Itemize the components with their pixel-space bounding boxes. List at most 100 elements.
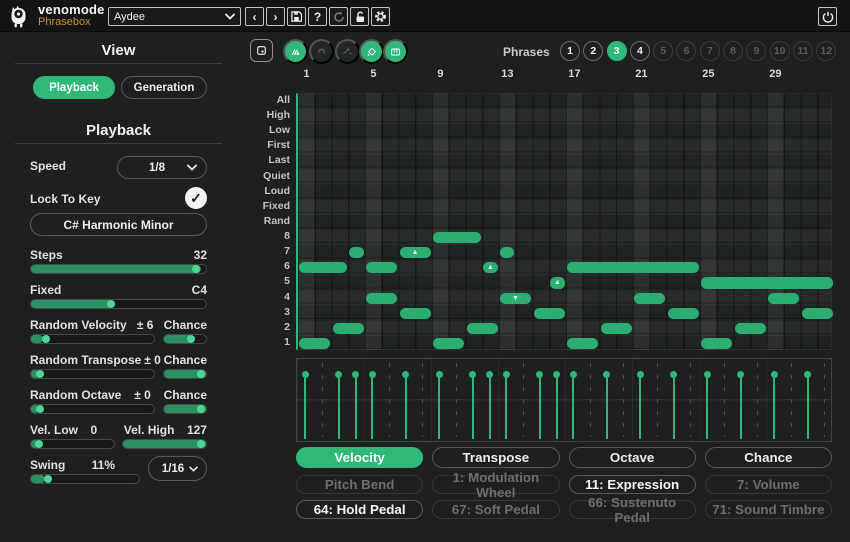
lane-button-pitch-bend[interactable]: Pitch Bend xyxy=(296,475,423,494)
note-block[interactable] xyxy=(668,308,699,319)
slider-knob[interactable] xyxy=(42,335,50,343)
velocity-empty-step[interactable] xyxy=(824,363,825,437)
velocity-bar[interactable] xyxy=(438,374,440,439)
velocity-empty-step[interactable] xyxy=(657,363,658,437)
velocity-bar-handle[interactable] xyxy=(352,371,359,378)
velocity-bar[interactable] xyxy=(606,374,608,439)
phrase-button-2[interactable]: 2 xyxy=(583,41,603,61)
phrase-button-3[interactable]: 3 xyxy=(607,41,627,61)
steps-slider[interactable] xyxy=(30,264,207,274)
random-octave-slider[interactable] xyxy=(30,404,155,414)
note-block[interactable] xyxy=(735,323,766,334)
vel-low-slider[interactable] xyxy=(30,439,115,449)
velocity-bar[interactable] xyxy=(338,374,340,439)
note-block[interactable]: ▼ xyxy=(500,293,531,304)
random-octave-chance-slider[interactable] xyxy=(163,404,207,414)
swing-slider[interactable] xyxy=(30,474,140,484)
random-velocity-slider[interactable] xyxy=(30,334,155,344)
velocity-bar[interactable] xyxy=(304,374,306,439)
velocity-empty-step[interactable] xyxy=(422,363,423,437)
settings-button[interactable] xyxy=(371,7,390,26)
note-block[interactable] xyxy=(567,262,699,273)
note-block[interactable] xyxy=(349,247,363,258)
note-block[interactable] xyxy=(299,338,330,349)
velocity-bar-handle[interactable] xyxy=(436,371,443,378)
phrase-button-7[interactable]: 7 xyxy=(700,41,720,61)
velocity-bar-handle[interactable] xyxy=(670,371,677,378)
lane-button-velocity[interactable]: Velocity xyxy=(296,447,423,468)
slider-knob[interactable] xyxy=(36,370,44,378)
note-block[interactable] xyxy=(299,262,347,273)
phrase-button-11[interactable]: 11 xyxy=(793,41,813,61)
velocity-bar[interactable] xyxy=(706,374,708,439)
velocity-bar-handle[interactable] xyxy=(771,371,778,378)
phrase-button-1[interactable]: 1 xyxy=(560,41,580,61)
phrase-button-6[interactable]: 6 xyxy=(676,41,696,61)
step-sequencer-grid[interactable]: ▲▲▲▼ xyxy=(296,93,832,350)
swing-grid-dropdown[interactable]: 1/16 xyxy=(148,456,207,481)
velocity-bar-handle[interactable] xyxy=(402,371,409,378)
lane-button-1-modulation-wheel[interactable]: 1: Modulation Wheel xyxy=(432,475,559,494)
velocity-bar-handle[interactable] xyxy=(637,371,644,378)
fixed-slider[interactable] xyxy=(30,299,207,309)
velocity-bar[interactable] xyxy=(673,374,675,439)
power-button[interactable] xyxy=(818,7,837,26)
preset-selector[interactable]: Aydee xyxy=(108,7,241,26)
velocity-empty-step[interactable] xyxy=(389,363,390,437)
note-block[interactable] xyxy=(366,262,397,273)
lane-button-7-volume[interactable]: 7: Volume xyxy=(705,475,832,494)
cycle-tool-button[interactable] xyxy=(309,39,334,64)
random-velocity-chance-slider[interactable] xyxy=(163,334,207,344)
velocity-bar[interactable] xyxy=(572,374,574,439)
help-button[interactable]: ? xyxy=(308,7,327,26)
velocity-bar[interactable] xyxy=(505,374,507,439)
speed-dropdown[interactable]: 1/8 xyxy=(117,156,207,179)
phrase-button-5[interactable]: 5 xyxy=(653,41,673,61)
phrase-button-12[interactable]: 12 xyxy=(816,41,836,61)
slider-knob[interactable] xyxy=(36,405,44,413)
velocity-bar[interactable] xyxy=(639,374,641,439)
velocity-empty-step[interactable] xyxy=(791,363,792,437)
lane-button-chance[interactable]: Chance xyxy=(705,447,832,468)
tab-generation[interactable]: Generation xyxy=(121,76,207,99)
velocity-empty-step[interactable] xyxy=(523,363,524,437)
lane-button-66-sustenuto-pedal[interactable]: 66: Sustenuto Pedal xyxy=(569,500,696,519)
prev-preset-button[interactable]: ‹ xyxy=(245,7,264,26)
velocity-bar[interactable] xyxy=(556,374,558,439)
velocity-bar[interactable] xyxy=(539,374,541,439)
notes-tool-button[interactable] xyxy=(283,39,308,64)
velocity-bar-handle[interactable] xyxy=(804,371,811,378)
note-block[interactable] xyxy=(500,247,514,258)
velocity-bar[interactable] xyxy=(489,374,491,439)
velocity-empty-step[interactable] xyxy=(456,363,457,437)
velocity-empty-step[interactable] xyxy=(724,363,725,437)
velocity-bar-handle[interactable] xyxy=(486,371,493,378)
velocity-empty-step[interactable] xyxy=(690,363,691,437)
lane-button-64-hold-pedal[interactable]: 64: Hold Pedal xyxy=(296,500,423,519)
slider-knob[interactable] xyxy=(197,440,205,448)
note-block[interactable]: ▲ xyxy=(483,262,497,273)
vel-high-slider[interactable] xyxy=(122,439,207,449)
paint-tool-button[interactable] xyxy=(359,39,384,64)
velocity-bar-handle[interactable] xyxy=(369,371,376,378)
refresh-button[interactable] xyxy=(329,7,348,26)
velocity-bar-handle[interactable] xyxy=(469,371,476,378)
slider-knob[interactable] xyxy=(192,265,200,273)
note-block[interactable] xyxy=(802,308,833,319)
lane-button-67-soft-pedal[interactable]: 67: Soft Pedal xyxy=(432,500,559,519)
velocity-bar-handle[interactable] xyxy=(737,371,744,378)
velocity-bar-handle[interactable] xyxy=(503,371,510,378)
note-block[interactable] xyxy=(701,338,732,349)
save-preset-button[interactable] xyxy=(287,7,306,26)
velocity-bar-handle[interactable] xyxy=(335,371,342,378)
velocity-bar[interactable] xyxy=(355,374,357,439)
slider-knob[interactable] xyxy=(197,405,205,413)
phrase-button-4[interactable]: 4 xyxy=(630,41,650,61)
velocity-bar-handle[interactable] xyxy=(302,371,309,378)
scale-button[interactable]: C# Harmonic Minor xyxy=(30,213,207,236)
lane-button-11-expression[interactable]: 11: Expression xyxy=(569,475,696,494)
slider-knob[interactable] xyxy=(35,440,43,448)
velocity-bar[interactable] xyxy=(740,374,742,439)
velocity-lane[interactable] xyxy=(296,358,832,442)
velocity-bar-handle[interactable] xyxy=(603,371,610,378)
